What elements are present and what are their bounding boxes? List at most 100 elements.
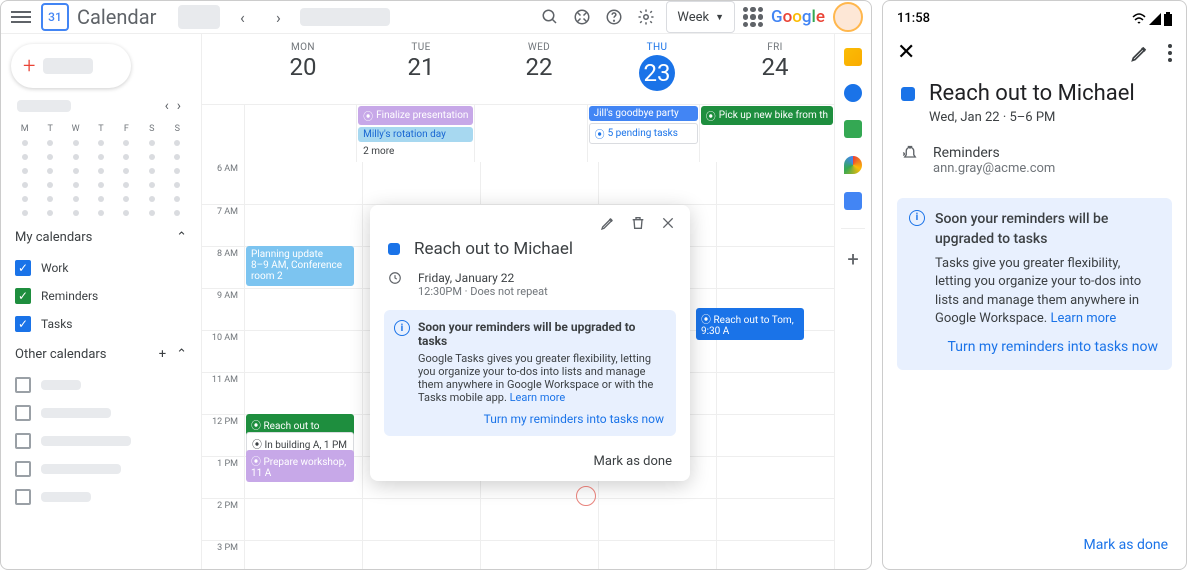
search-icon[interactable] [538,5,562,29]
google-logo: Google [771,7,825,27]
day-header[interactable]: WED22 [480,34,598,104]
contacts-icon[interactable] [844,120,862,138]
create-button[interactable]: + [11,44,131,88]
promo-title: Soon your reminders will be upgraded to … [418,320,664,348]
event-popup: Reach out to Michael Friday, January 22 … [370,205,690,481]
apps-icon[interactable] [743,7,763,27]
other-calendars-header[interactable]: Other calendars+⌃ [11,341,191,368]
add-calendar-icon[interactable]: + [159,347,166,362]
add-addon-icon[interactable]: + [847,247,858,271]
calendar-item[interactable] [11,458,191,480]
reminder-account-email: ann.gray@acme.com [933,161,1055,176]
calendar-item[interactable] [11,486,191,508]
day-header[interactable]: MON20 [244,34,362,104]
upgrade-promo: i Soon your reminders will be upgraded t… [384,310,676,436]
help-icon[interactable] [602,5,626,29]
calendar-item[interactable] [11,430,191,452]
learn-more-link[interactable]: Learn more [510,391,566,404]
learn-more-link[interactable]: Learn more [1050,311,1116,326]
checkbox-icon[interactable]: ✓ [15,260,31,276]
settings-icon[interactable] [634,5,658,29]
allday-tasks[interactable]: ⦿5 pending tasks [589,123,698,144]
status-bar: 11:58 [883,11,1186,34]
mini-next-button[interactable]: › [173,98,185,114]
reminder-icon [901,145,919,176]
upgrade-promo: i Soon your reminders will be upgraded t… [897,198,1172,370]
maps-icon[interactable] [844,156,862,174]
mini-month-label [17,100,71,112]
mobile-reminder-screen: 11:58 ✕ Reach out to Michael Wed, Jan 22… [882,0,1187,570]
checkbox-icon[interactable] [15,377,31,393]
desktop-calendar-window: 31 Calendar ‹ › Week▼ Google + ‹ [0,0,872,570]
allday-event[interactable]: ⦿Finalize presentation [358,106,473,125]
event-prepare[interactable]: ⦿ Prepare workshop, 11 A [246,450,354,482]
calendar-item-work[interactable]: ✓Work [11,257,191,279]
checkbox-icon[interactable] [15,405,31,421]
menu-icon[interactable] [9,5,33,29]
keep-icon[interactable] [844,48,862,66]
checkbox-icon[interactable] [15,461,31,477]
prev-week-button[interactable]: ‹ [228,3,256,31]
promo-title: Soon your reminders will be upgraded to … [935,210,1158,249]
allday-event[interactable]: Jill's goodbye party [589,106,698,121]
account-avatar[interactable] [833,2,863,32]
my-calendars-header[interactable]: My calendars⌃ [11,224,191,251]
chevron-up-icon: ⌃ [176,347,187,362]
calendar-item-tasks[interactable]: ✓Tasks [11,313,191,335]
header-bar: 31 Calendar ‹ › Week▼ Google [1,1,871,34]
event-color-swatch [388,243,400,255]
event-planning[interactable]: Planning update8–9 AM, Conference room 2 [246,246,354,286]
mark-done-button[interactable]: Mark as done [883,527,1186,563]
close-icon[interactable] [660,215,676,231]
plus-icon: + [23,54,35,79]
calendar-logo-icon: 31 [41,3,69,31]
allday-event[interactable]: Milly's rotation day [358,127,473,142]
date-range-label [300,8,390,26]
mark-done-button[interactable]: Mark as done [370,444,690,471]
turn-reminders-link[interactable]: Turn my reminders into tasks now [935,338,1158,358]
calendar-item[interactable] [11,374,191,396]
checkbox-icon[interactable] [15,489,31,505]
edit-icon[interactable] [600,215,616,231]
checkbox-icon[interactable] [15,433,31,449]
allday-event[interactable]: ⦿Pick up new bike from th [701,106,833,125]
event-datetime: Wed, Jan 22 · 5–6 PM [929,110,1135,125]
more-icon[interactable] [1168,43,1172,63]
day-header-today[interactable]: THU23 [598,34,716,104]
addon-icon[interactable] [844,192,862,210]
close-icon[interactable]: ✕ [897,40,915,65]
turn-reminders-link[interactable]: Turn my reminders into tasks now [418,412,664,426]
info-icon: i [394,320,410,336]
mini-prev-button[interactable]: ‹ [161,98,173,114]
signal-icon [1149,13,1161,25]
day-header[interactable]: TUE21 [362,34,480,104]
allday-row: ⦿Finalize presentation Milly's rotation … [202,104,834,162]
today-button[interactable] [178,5,220,29]
app-title: Calendar [77,5,156,29]
info-icon: i [909,210,925,226]
view-selector[interactable]: Week▼ [666,1,735,33]
view-selector-label: Week [677,10,709,25]
cursor-indicator [576,486,596,506]
calendar-item-reminders[interactable]: ✓Reminders [11,285,191,307]
checkbox-icon[interactable]: ✓ [15,288,31,304]
next-week-button[interactable]: › [264,3,292,31]
side-panel: + [835,34,871,570]
battery-icon [1164,12,1172,26]
clock-icon [388,271,404,298]
event-title: Reach out to Michael [414,239,573,259]
chevron-up-icon: ⌃ [176,230,187,245]
day-header[interactable]: FRI24 [716,34,834,104]
allday-more[interactable]: 2 more [358,144,473,159]
mini-calendar[interactable]: MTWTFSS [11,124,191,218]
checkbox-icon[interactable]: ✓ [15,316,31,332]
calendar-item[interactable] [11,402,191,424]
event-title: Reach out to Michael [929,81,1135,106]
tasks-icon[interactable] [844,84,862,102]
left-sidebar: + ‹ › MTWTFSS My calendars⌃ [1,34,201,570]
delete-icon[interactable] [630,215,646,231]
event-color-swatch [901,87,915,101]
event-reach-tom[interactable]: ⦿ Reach out to Tom, 9:30 A [696,308,804,340]
support-icon[interactable] [570,5,594,29]
edit-icon[interactable] [1130,43,1150,63]
